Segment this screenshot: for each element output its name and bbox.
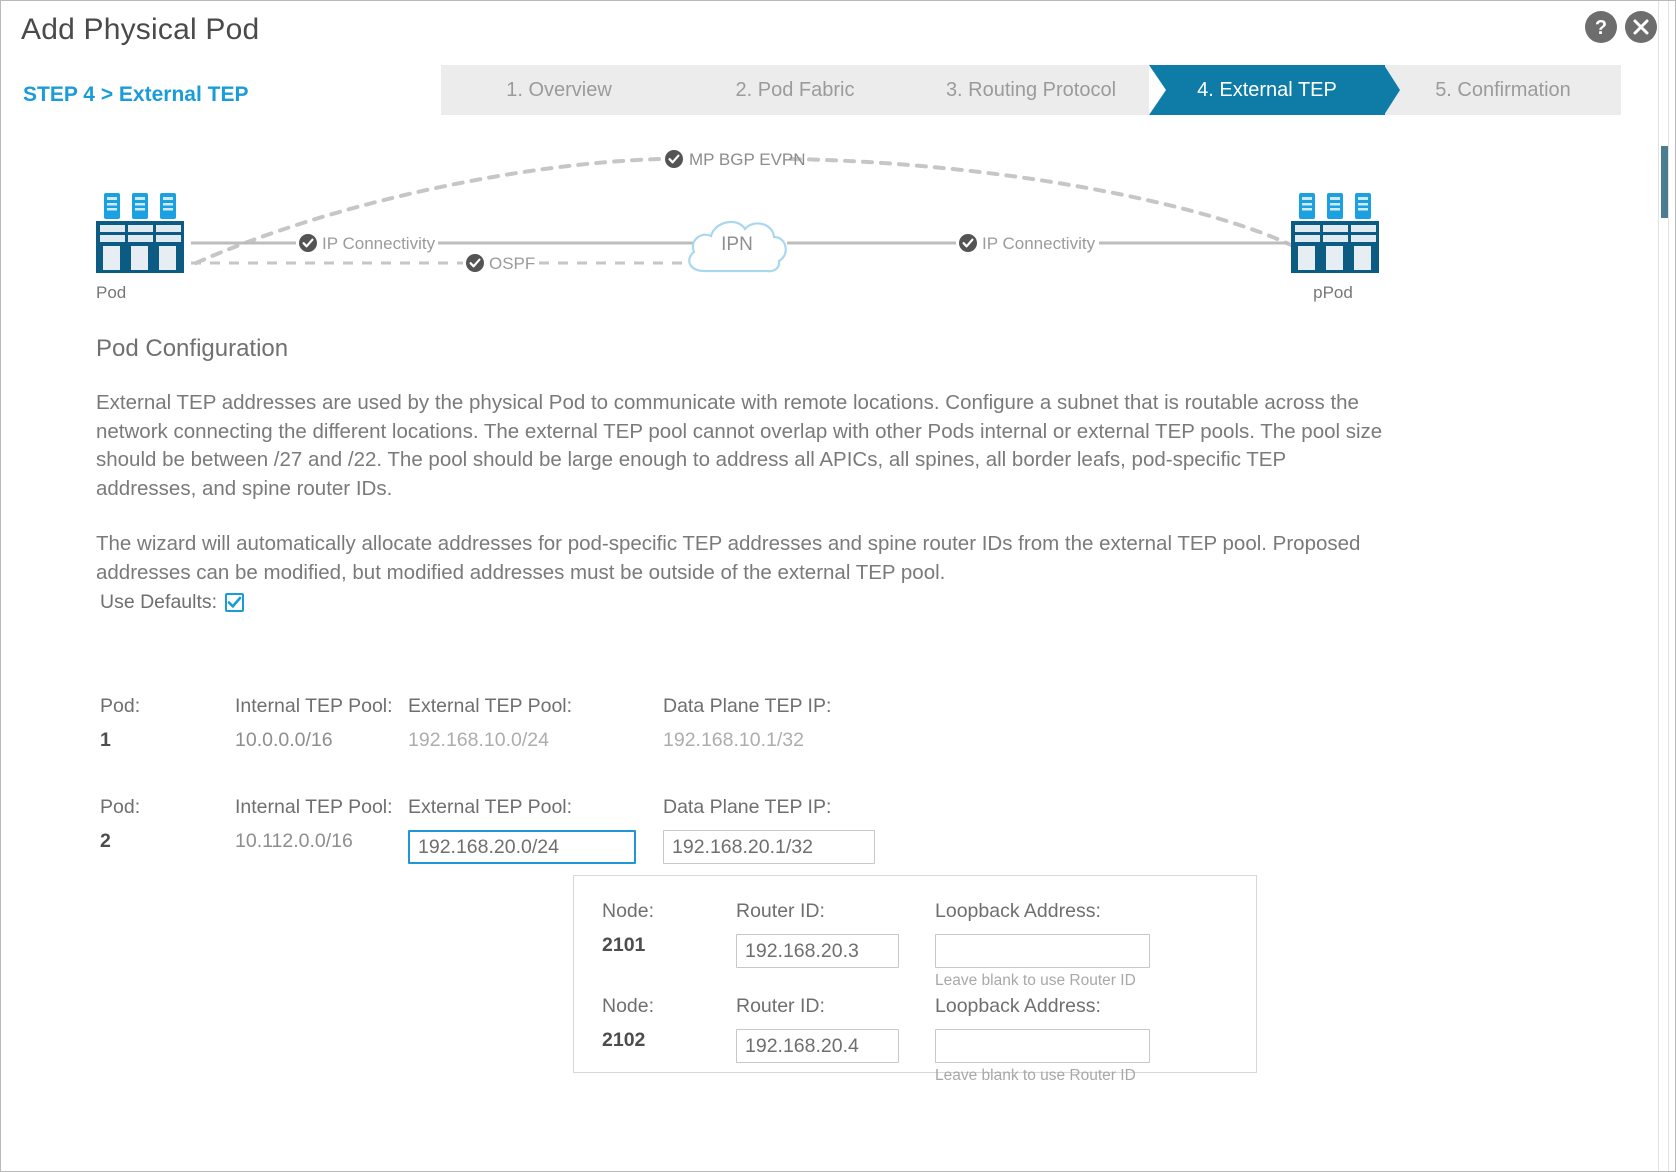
- ppod-switch-icon: [1291, 193, 1379, 273]
- router-id-input[interactable]: [736, 1029, 899, 1063]
- check-badge-icon: [957, 232, 979, 254]
- check-badge-icon: [663, 148, 685, 170]
- data-plane-tep-ip-column: Data Plane TEP IP:: [663, 796, 923, 864]
- node-row-2101: Node: 2101 Router ID: Loopback Address: …: [602, 900, 1175, 990]
- add-physical-pod-dialog: Add Physical Pod ? STEP 4 > External TEP…: [0, 0, 1676, 1172]
- router-id-header: Router ID:: [736, 995, 825, 1017]
- pod-column: Pod: 2: [100, 796, 235, 864]
- link-label-ip-connectivity-right: IP Connectivity: [982, 234, 1096, 253]
- pod-header: Pod:: [100, 796, 141, 818]
- window-controls: ?: [1585, 11, 1657, 43]
- node-row-2102: Node: 2102 Router ID: Loopback Address: …: [602, 995, 1175, 1085]
- check-badge-icon: [464, 252, 486, 274]
- question-mark-icon: ?: [1595, 17, 1607, 39]
- internal-tep-pool-column: Internal TEP Pool: 10.112.0.0/16: [235, 796, 408, 864]
- use-defaults-label: Use Defaults:: [100, 591, 218, 613]
- step-pod-fabric[interactable]: 2. Pod Fabric: [677, 65, 930, 115]
- pod-number: 2: [100, 830, 111, 852]
- pod-row-1: Pod: 1 Internal TEP Pool: 10.0.0.0/16 Ex…: [100, 695, 923, 752]
- loopback-address-header: Loopback Address:: [935, 995, 1101, 1017]
- external-tep-pool-column: External TEP Pool: 192.168.10.0/24: [408, 695, 663, 752]
- link-label-ip-connectivity-left: IP Connectivity: [322, 234, 436, 253]
- link-label-ospf: OSPF: [489, 254, 535, 273]
- pod-switch-icon: [96, 193, 184, 273]
- loopback-address-hint: Leave blank to use Router ID: [935, 1067, 1136, 1084]
- node-header: Node:: [602, 995, 655, 1017]
- loopback-address-input[interactable]: [935, 934, 1150, 968]
- node-column: Node: 2102: [602, 995, 736, 1085]
- help-button[interactable]: ?: [1585, 11, 1617, 43]
- link-label-mp-bgp-evpn: MP BGP EVPN: [689, 150, 806, 169]
- loopback-address-hint: Leave blank to use Router ID: [935, 972, 1136, 989]
- pod-number: 1: [100, 729, 111, 751]
- section-title: Pod Configuration: [96, 335, 289, 362]
- step-label: 4. External TEP: [1197, 78, 1337, 101]
- data-plane-tep-ip-value: 192.168.10.1/32: [663, 729, 804, 751]
- step-overview[interactable]: 1. Overview: [441, 65, 694, 115]
- svg-text:?: ?: [1595, 17, 1607, 39]
- data-plane-tep-ip-column: Data Plane TEP IP: 192.168.10.1/32: [663, 695, 923, 752]
- internal-tep-pool-header: Internal TEP Pool:: [235, 695, 393, 717]
- internal-tep-pool-column: Internal TEP Pool: 10.0.0.0/16: [235, 695, 408, 752]
- ipn-cloud-label: IPN: [721, 234, 753, 255]
- data-plane-tep-ip-header: Data Plane TEP IP:: [663, 695, 832, 717]
- breadcrumb[interactable]: STEP 4 > External TEP: [23, 83, 248, 107]
- node-id: 2102: [602, 1029, 646, 1051]
- data-plane-tep-ip-input[interactable]: [663, 830, 875, 864]
- external-tep-pool-input[interactable]: [408, 830, 636, 864]
- step-label: 5. Confirmation: [1435, 78, 1571, 101]
- router-id-header: Router ID:: [736, 900, 825, 922]
- use-defaults-row: Use Defaults:: [100, 591, 245, 614]
- checkmark-icon: [227, 596, 242, 608]
- loopback-address-input[interactable]: [935, 1029, 1150, 1063]
- step-label: 3. Routing Protocol: [945, 78, 1117, 101]
- external-tep-pool-header: External TEP Pool:: [408, 796, 573, 818]
- check-badge-icon: [297, 232, 319, 254]
- loopback-address-header: Loopback Address:: [935, 900, 1101, 922]
- internal-tep-pool-value: 10.0.0.0/16: [235, 729, 333, 751]
- step-label: 1. Overview: [506, 78, 612, 101]
- external-tep-pool-column: External TEP Pool:: [408, 796, 663, 864]
- page-title: Add Physical Pod: [21, 13, 260, 46]
- loopback-address-column: Loopback Address: Leave blank to use Rou…: [935, 995, 1175, 1085]
- close-icon: [1633, 19, 1649, 35]
- node-id: 2101: [602, 934, 646, 956]
- wizard-step-bar: 1. Overview 2. Pod Fabric 3. Routing Pro…: [441, 65, 1621, 115]
- node-column: Node: 2101: [602, 900, 736, 990]
- spine-node-panel: Node: 2101 Router ID: Loopback Address: …: [573, 875, 1257, 1084]
- external-tep-pool-header: External TEP Pool:: [408, 695, 573, 717]
- node-header: Node:: [602, 900, 655, 922]
- internal-tep-pool-header: Internal TEP Pool:: [235, 796, 393, 818]
- description-paragraph-1: External TEP addresses are used by the p…: [96, 391, 1383, 500]
- step-label: 2. Pod Fabric: [735, 78, 855, 101]
- router-id-input[interactable]: [736, 934, 899, 968]
- pod-row-2: Pod: 2 Internal TEP Pool: 10.112.0.0/16 …: [100, 796, 923, 864]
- network-topology-diagram: MP BGP EVPN IP Connectivity OSPF IPN IP …: [1, 133, 1675, 313]
- step-routing-protocol[interactable]: 3. Routing Protocol: [913, 65, 1166, 115]
- step-external-tep[interactable]: 4. External TEP: [1149, 65, 1400, 115]
- router-id-column: Router ID:: [736, 995, 935, 1085]
- data-plane-tep-ip-header: Data Plane TEP IP:: [663, 796, 832, 818]
- use-defaults-checkbox[interactable]: [225, 593, 245, 612]
- pod-column: Pod: 1: [100, 695, 235, 752]
- description-paragraph-2: The wizard will automatically allocate a…: [96, 532, 1361, 584]
- internal-tep-pool-value: 10.112.0.0/16: [235, 830, 353, 852]
- vertical-scrollbar-thumb[interactable]: [1661, 146, 1668, 218]
- pod-label-left: Pod: [96, 283, 126, 302]
- close-button[interactable]: [1625, 11, 1657, 43]
- external-tep-pool-value: 192.168.10.0/24: [408, 729, 549, 751]
- router-id-column: Router ID:: [736, 900, 935, 990]
- pod-label-right: pPod: [1313, 283, 1353, 302]
- loopback-address-column: Loopback Address: Leave blank to use Rou…: [935, 900, 1175, 990]
- pod-header: Pod:: [100, 695, 141, 717]
- step-confirmation[interactable]: 5. Confirmation: [1385, 65, 1621, 115]
